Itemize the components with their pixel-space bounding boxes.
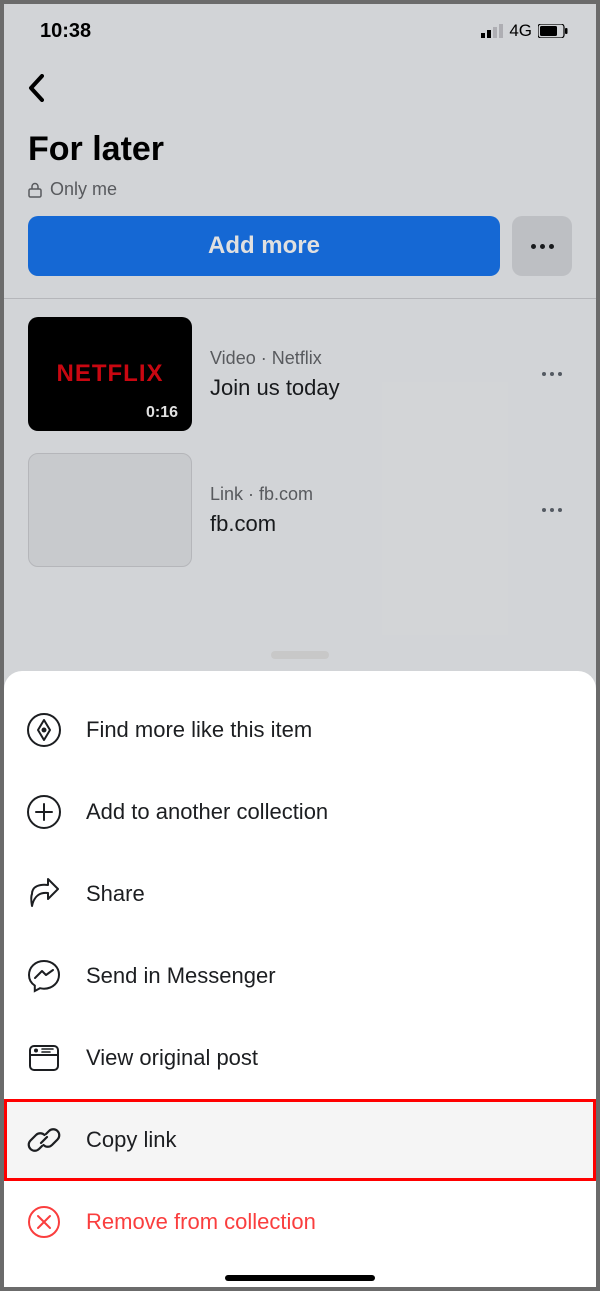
sheet-item-label: View original post bbox=[86, 1045, 258, 1071]
saved-items-list: NETFLIX 0:16 Video · Netflix Join us tod… bbox=[4, 299, 596, 567]
messenger-icon bbox=[24, 956, 64, 996]
sheet-item-label: Find more like this item bbox=[86, 717, 312, 743]
saved-item[interactable]: NETFLIX 0:16 Video · Netflix Join us tod… bbox=[28, 317, 572, 431]
duration-badge: 0:16 bbox=[138, 401, 186, 425]
battery-icon bbox=[538, 24, 568, 38]
chevron-left-icon bbox=[28, 74, 44, 102]
add-more-label: Add more bbox=[208, 232, 320, 260]
sheet-item-label: Copy link bbox=[86, 1127, 176, 1153]
dots-icon bbox=[542, 372, 562, 376]
item-title: fb.com bbox=[210, 511, 514, 537]
item-more-button[interactable] bbox=[532, 490, 572, 530]
action-sheet: Find more like this item Add to another … bbox=[4, 671, 596, 1287]
privacy-row[interactable]: Only me bbox=[28, 179, 572, 200]
link-icon bbox=[24, 1120, 64, 1160]
share-option[interactable]: Share bbox=[4, 853, 596, 935]
sheet-handle[interactable] bbox=[271, 651, 329, 659]
back-button[interactable] bbox=[28, 68, 68, 108]
sheet-item-label: Add to another collection bbox=[86, 799, 328, 825]
dots-icon bbox=[542, 508, 562, 512]
item-meta: Video · Netflix bbox=[210, 348, 514, 369]
view-original-option[interactable]: View original post bbox=[4, 1017, 596, 1099]
home-indicator[interactable] bbox=[225, 1275, 375, 1281]
item-more-button[interactable] bbox=[532, 354, 572, 394]
sheet-item-label: Send in Messenger bbox=[86, 963, 276, 989]
video-thumbnail: NETFLIX 0:16 bbox=[28, 317, 192, 431]
saved-item[interactable]: Link · fb.com fb.com bbox=[28, 453, 572, 567]
find-more-option[interactable]: Find more like this item bbox=[4, 689, 596, 771]
dots-icon bbox=[531, 244, 554, 249]
item-info: Video · Netflix Join us today bbox=[210, 348, 514, 401]
lock-icon bbox=[28, 182, 42, 198]
netflix-logo: NETFLIX bbox=[57, 360, 164, 388]
post-icon bbox=[24, 1038, 64, 1078]
item-info: Link · fb.com fb.com bbox=[210, 484, 514, 537]
plus-circle-icon bbox=[24, 792, 64, 832]
share-icon bbox=[24, 874, 64, 914]
sheet-item-label: Share bbox=[86, 881, 145, 907]
add-more-button[interactable]: Add more bbox=[28, 216, 500, 276]
link-thumbnail bbox=[28, 453, 192, 567]
status-indicators: 4G bbox=[481, 21, 568, 41]
status-bar: 10:38 4G bbox=[4, 4, 596, 58]
item-meta: Link · fb.com bbox=[210, 484, 514, 505]
messenger-option[interactable]: Send in Messenger bbox=[4, 935, 596, 1017]
network-label: 4G bbox=[509, 21, 532, 41]
compass-icon bbox=[24, 710, 64, 750]
status-time: 10:38 bbox=[40, 20, 91, 43]
add-more-row: Add more bbox=[4, 200, 596, 299]
remove-option[interactable]: Remove from collection bbox=[4, 1181, 596, 1263]
add-collection-option[interactable]: Add to another collection bbox=[4, 771, 596, 853]
collection-more-button[interactable] bbox=[512, 216, 572, 276]
signal-icon bbox=[481, 24, 503, 38]
privacy-label: Only me bbox=[50, 179, 117, 200]
copy-link-option[interactable]: Copy link bbox=[4, 1099, 596, 1181]
header: For later Only me bbox=[4, 58, 596, 200]
remove-icon bbox=[24, 1202, 64, 1242]
page-title: For later bbox=[28, 130, 572, 169]
sheet-item-label: Remove from collection bbox=[86, 1209, 316, 1235]
item-title: Join us today bbox=[210, 375, 514, 401]
